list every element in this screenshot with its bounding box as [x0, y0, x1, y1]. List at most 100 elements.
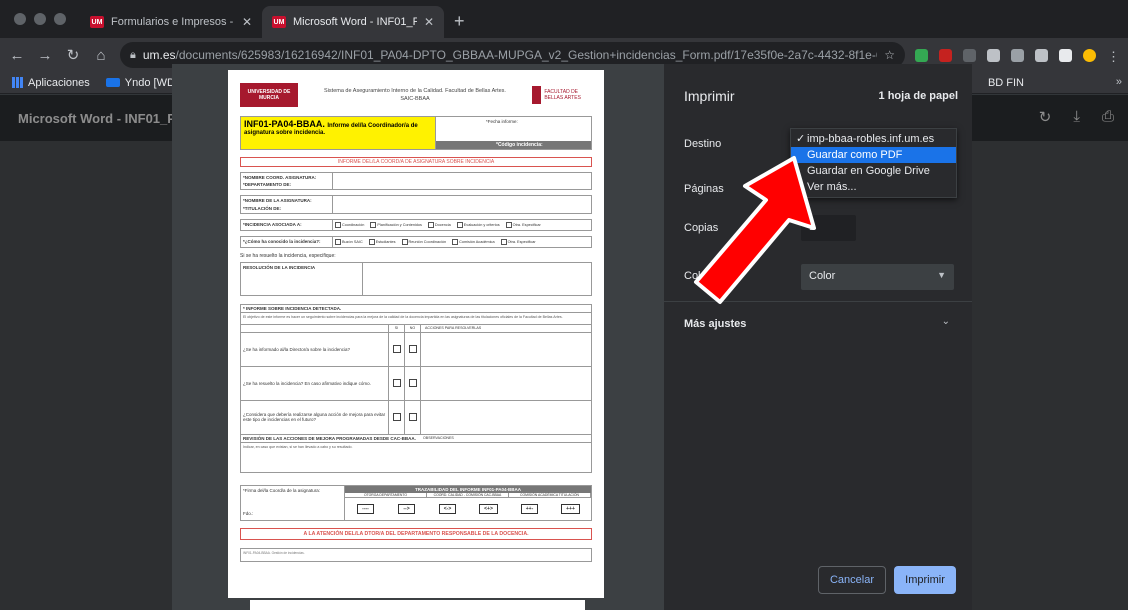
extension-icon[interactable]	[963, 48, 976, 62]
destination-dropdown[interactable]: imp-bbaa-robles.inf.um.es Guardar como P…	[790, 128, 957, 198]
extension-icon[interactable]	[987, 48, 1000, 62]
um-favicon-icon: UM	[272, 16, 286, 28]
close-tab-icon[interactable]: ✕	[242, 15, 252, 29]
reload-icon[interactable]: ↻	[64, 46, 82, 64]
column-header: ACCIONES PARA RESOLVERLAS	[425, 326, 482, 331]
resuelto-text: Si se ha resuelto la incidencia, especif…	[240, 252, 336, 259]
field-label: *NOMBRE DE LA ASIGNATURA:	[243, 198, 312, 204]
traceability-mark: <+>	[479, 503, 498, 514]
color-label: Color	[684, 270, 711, 282]
url-text: um.es/documents/625983/16216942/INF01_PA…	[142, 48, 878, 62]
color-select-value: Color	[809, 270, 836, 282]
tab-formularios[interactable]: UM Formularios e Impresos - Faculta ✕	[80, 6, 262, 38]
system-line: Sistema de Aseguramiento Interno de la C…	[324, 87, 506, 94]
bookmark-star-icon[interactable]: ☆	[884, 48, 895, 62]
field-label: *¿Cómo ha conocido la incidencia?:	[241, 236, 333, 247]
close-tab-icon[interactable]: ✕	[424, 15, 434, 29]
maximize-window-button[interactable]	[54, 13, 66, 25]
home-icon[interactable]: ⌂	[92, 47, 110, 64]
copies-input[interactable]: 1	[801, 215, 856, 241]
destination-option-see-more[interactable]: Ver más...	[791, 179, 956, 195]
menu-kebab-icon[interactable]: ⋮	[1107, 49, 1120, 64]
incidencia-options: *INCIDENCIA ASOCIADA A: Coordinación Pla…	[240, 218, 592, 231]
apps-grid-icon	[12, 77, 23, 88]
column-header: SI	[389, 324, 405, 332]
extension-icon[interactable]	[1011, 48, 1024, 62]
copies-label: Copias	[684, 222, 719, 234]
option-checkbox: Planificación y Contenidos	[370, 222, 422, 228]
extension-icon[interactable]	[939, 48, 952, 62]
minimize-window-button[interactable]	[34, 13, 46, 25]
informe-note: El objetivo de este informe es hacer un …	[240, 312, 592, 325]
atencion-banner: A LA ATENCIÓN DEL/LA DTOR/A DEL DEPARTAM…	[240, 527, 592, 540]
form-footer: INF01-PA04-BBAA. Gestión de incidencias.	[240, 547, 592, 562]
system-line: SAIC-BBAA	[400, 96, 430, 102]
profile-avatar[interactable]	[1083, 48, 1096, 62]
chevron-down-icon: ▼	[937, 270, 946, 280]
question-row: ¿Se ha resuelto la incidencia? En caso a…	[240, 366, 592, 401]
pages-label: Páginas	[684, 183, 724, 195]
coord-fields: *NOMBRE COORD. ASIGNATURA: *DEPARTAMENTO …	[240, 172, 592, 191]
revision-title: REVISIÓN DE LAS ACCIONES DE MEJORA PROGR…	[243, 435, 416, 441]
checkbox-si	[392, 379, 401, 388]
lock-icon: 🔒︎	[130, 48, 136, 61]
chevron-down-icon[interactable]: ⌄	[942, 316, 950, 327]
field-label: *TITULACIÓN DE:	[243, 205, 281, 211]
extension-icon[interactable]	[915, 48, 928, 62]
extensions-area: ⋮	[915, 48, 1120, 64]
question-text: ¿Considera que debería realizarse alguna…	[241, 400, 389, 434]
bookmark-yndo[interactable]: Yndo [WD	[105, 77, 175, 89]
revision-heading: REVISIÓN DE LAS ACCIONES DE MEJORA PROGR…	[240, 434, 592, 443]
faculty-emblem-icon	[532, 86, 542, 104]
traceability-column: COORD. CALIDAD - COMISIÓN CAC-BBAA	[427, 492, 509, 497]
bookmark-apps[interactable]: Aplicaciones	[12, 77, 90, 89]
new-tab-button[interactable]: +	[444, 11, 475, 38]
question-text: ¿Se ha informado al/la Director/a sobre …	[241, 332, 389, 366]
extension-icon[interactable]	[1035, 48, 1048, 62]
field-label: *INCIDENCIA ASOCIADA A:	[241, 219, 333, 230]
traceability-mark: +++	[561, 503, 580, 514]
color-select[interactable]: Color ▼	[801, 264, 954, 290]
destination-label: Destino	[684, 138, 722, 150]
print-preview-page: UNIVERSIDAD DE MURCIA Sistema de Asegura…	[228, 70, 604, 598]
field-label: RESOLUCIÓN DE LA INCIDENCIA	[241, 262, 363, 295]
bookmarks-overflow-icon[interactable]: »	[1116, 76, 1122, 88]
bookmark-bd-fin[interactable]: BD FIN	[988, 77, 1024, 89]
section-informe-heading: INFORME DEL/LA COORD/A DE ASIGNATURA SOB…	[240, 157, 592, 167]
codigo-incidencia: *Código incidencia:	[436, 141, 591, 149]
field-label: *NOMBRE COORD. ASIGNATURA:	[243, 175, 317, 180]
close-window-button[interactable]	[14, 13, 26, 25]
checkbox-no	[408, 345, 417, 354]
resolucion-box: RESOLUCIÓN DE LA INCIDENCIA	[240, 261, 592, 296]
bookmark-favicon-icon	[105, 78, 120, 87]
destination-option-save-pdf[interactable]: Guardar como PDF	[791, 147, 956, 163]
column-header: NO	[405, 324, 421, 332]
checkbox-no	[408, 379, 417, 388]
form-header: UNIVERSIDAD DE MURCIA Sistema de Asegura…	[240, 80, 592, 110]
tab-title: Formularios e Impresos - Faculta	[111, 16, 235, 28]
tab-microsoft-word[interactable]: UM Microsoft Word - INF01_PA04-D ✕	[262, 6, 444, 38]
back-arrow-icon[interactable]: ←	[8, 47, 26, 64]
browser-tab-strip: UM Formularios e Impresos - Faculta ✕ UM…	[0, 0, 1128, 38]
print-button[interactable]: Imprimir	[894, 566, 956, 594]
traceability-arrows: ---- --> <-> <+> ++- +++	[345, 498, 591, 520]
destination-option-google-drive[interactable]: Guardar en Google Drive	[791, 163, 956, 179]
traceability-column: OTORGA DEPARTAMENTO	[345, 492, 427, 497]
tab-title: Microsoft Word - INF01_PA04-D	[293, 16, 417, 28]
extension-icon[interactable]	[1059, 48, 1072, 62]
cancel-button[interactable]: Cancelar	[818, 566, 886, 594]
um-favicon-icon: UM	[90, 16, 104, 28]
traceability-mark: <->	[438, 503, 457, 514]
system-title: Sistema de Aseguramiento Interno de la C…	[308, 87, 522, 104]
option-checkbox: Comisión Académica	[452, 239, 494, 245]
more-settings-toggle[interactable]: Más ajustes	[684, 318, 746, 330]
print-title: Imprimir	[684, 88, 735, 104]
informe-detectada-heading: * INFORME SOBRE INCIDENCIA DETECTADA.	[240, 303, 592, 313]
signature-label: *Firma del/la Coord/a de la asignatura:	[243, 487, 321, 493]
forward-arrow-icon[interactable]: →	[36, 47, 54, 64]
traceability-column: COMISIÓN ACADÉMICA TITULACIÓN	[509, 492, 591, 497]
faculty-logo-text: FACULTAD DE BELLAS ARTES	[544, 89, 581, 101]
form-title-row: INF01-PA04-BBAA. Informe del/la Coordina…	[240, 116, 592, 150]
destination-option-printer[interactable]: imp-bbaa-robles.inf.um.es	[791, 131, 956, 147]
option-checkbox: Docencia	[428, 222, 451, 228]
